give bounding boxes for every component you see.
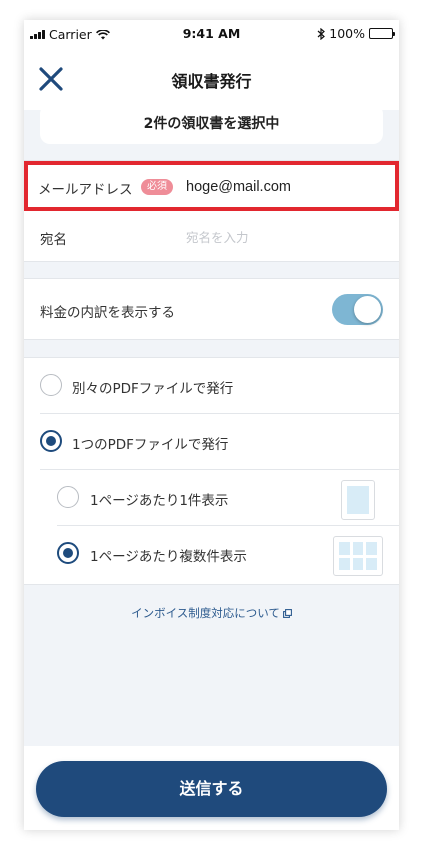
option-single-pdf-label: 1つのPDFファイルで発行 <box>72 437 229 453</box>
bluetooth-icon <box>317 27 326 40</box>
invoice-link-label: インボイス制度対応について <box>131 606 280 620</box>
bottom-bar: 送信する <box>24 746 399 830</box>
radio-one-per-page[interactable] <box>57 486 79 508</box>
option-multi-per-page-label: 1ページあたり複数件表示 <box>90 549 247 565</box>
phone-screen: Carrier 9:41 AM 100% 領収書発行 2件の領収書を選択中 メー… <box>24 20 399 830</box>
option-one-per-page[interactable]: 1ページあたり1件表示 <box>24 470 399 526</box>
breakdown-label: 料金の内訳を表示する <box>40 305 175 321</box>
external-link-icon <box>282 609 292 618</box>
status-right: 100% <box>317 26 395 41</box>
option-separate-pdf-label: 別々のPDFファイルで発行 <box>72 381 234 397</box>
radio-single-pdf[interactable] <box>40 430 62 452</box>
option-multi-per-page[interactable]: 1ページあたり複数件表示 <box>24 526 399 582</box>
battery-icon <box>369 28 395 39</box>
recipient-form: メールアドレス 必須 宛名 <box>24 160 399 262</box>
addressee-row: 宛名 <box>24 211 399 263</box>
single-page-layout-icon <box>341 480 375 520</box>
required-badge: 必須 <box>141 179 173 195</box>
selection-count-banner: 2件の領収書を選択中 <box>40 104 383 144</box>
option-separate-pdf[interactable]: 別々のPDFファイルで発行 <box>24 358 399 414</box>
email-row: メールアドレス 必須 <box>24 161 399 211</box>
breakdown-toggle-row: 料金の内訳を表示する <box>24 278 399 340</box>
radio-separate-pdf[interactable] <box>40 374 62 396</box>
breakdown-toggle[interactable] <box>332 294 383 325</box>
multi-page-layout-icon <box>333 536 383 576</box>
page-title: 領収書発行 <box>171 72 252 91</box>
email-input[interactable] <box>186 176 386 198</box>
addressee-label: 宛名 <box>40 232 67 248</box>
toggle-knob <box>354 296 381 323</box>
status-bar: Carrier 9:41 AM 100% <box>24 20 399 48</box>
email-label: メールアドレス <box>38 182 133 198</box>
radio-multi-per-page[interactable] <box>57 542 79 564</box>
option-single-pdf[interactable]: 1つのPDFファイルで発行 <box>24 414 399 470</box>
send-button[interactable]: 送信する <box>36 761 387 817</box>
addressee-input[interactable] <box>186 226 376 248</box>
navigation-bar: 領収書発行 <box>24 48 399 110</box>
pdf-options: 別々のPDFファイルで発行 1つのPDFファイルで発行 1ページあたり1件表示 … <box>24 357 399 585</box>
invoice-info-link[interactable]: インボイス制度対応について <box>24 605 399 621</box>
battery-percent: 100% <box>329 26 365 41</box>
option-one-per-page-label: 1ページあたり1件表示 <box>90 493 229 509</box>
